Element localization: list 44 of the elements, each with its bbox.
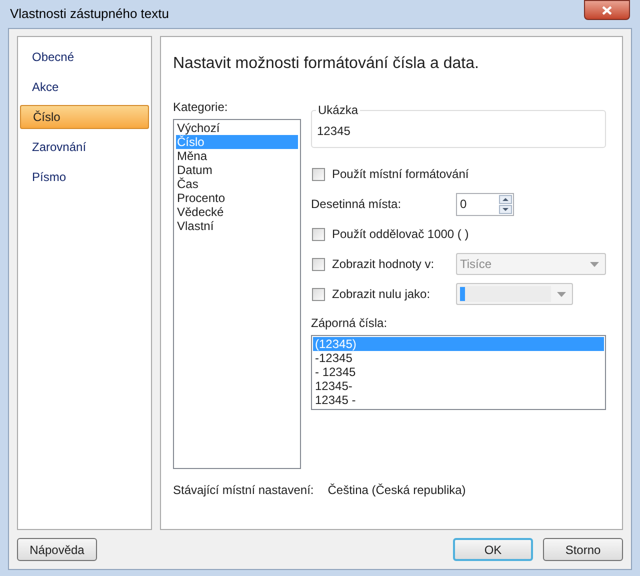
negative-number-item[interactable]: 12345 -	[313, 393, 604, 407]
navigation-item[interactable]: Číslo	[20, 105, 149, 129]
spin-field[interactable]: 0	[456, 192, 514, 216]
option-label: Použít místní formátování	[332, 166, 469, 183]
category-item[interactable]: Čas	[176, 177, 298, 191]
category-item[interactable]: Výchozí	[176, 121, 298, 135]
window-title: Vlastnosti zástupného textu	[10, 5, 169, 24]
navigation-item[interactable]: Akce	[20, 75, 149, 99]
negative-number-item[interactable]: - 12345	[313, 365, 604, 379]
spin-down-icon[interactable]	[499, 204, 512, 214]
option-label: Zobrazit hodnoty v:	[332, 256, 434, 273]
option-label: Zobrazit nulu jako:	[332, 286, 430, 303]
locale-value: Čeština (Česká republika)	[328, 482, 466, 499]
dialog-button[interactable]: OK	[453, 538, 533, 561]
dropdown-arrow-icon	[557, 292, 566, 296]
checkbox[interactable]	[312, 168, 325, 180]
option-label: Desetinná místa:	[311, 196, 402, 213]
category-list[interactable]: Výchozí Číslo Měna Datum Čas Procento Vědecké Vlastní	[173, 119, 301, 469]
dropdown-arrow-icon	[590, 262, 599, 266]
dialog-button[interactable]: Storno	[543, 538, 623, 561]
option-label: Použít oddělovač 1000 ( )	[332, 226, 469, 243]
locale-label: Stávající místní nastavení:	[173, 482, 314, 499]
page-heading: Nastavit možnosti formátování čísla a data.	[173, 54, 480, 74]
spin-up-icon[interactable]	[499, 194, 512, 204]
negative-number-item[interactable]: 12345-	[313, 379, 604, 393]
category-label: Kategorie:	[173, 99, 229, 116]
negative-numbers-list[interactable]: (12345) -12345 - 12345 12345- 12345 -	[311, 335, 606, 410]
sample-value: 12345	[317, 123, 350, 140]
checkbox[interactable]	[312, 228, 325, 240]
category-item[interactable]: Vlastní	[176, 219, 298, 233]
category-item[interactable]: Procento	[176, 191, 298, 205]
close-icon	[602, 6, 612, 14]
navigation-item[interactable]: Zarovnání	[20, 135, 149, 159]
category-item[interactable]: Datum	[176, 163, 298, 177]
negative-number-item[interactable]: -12345	[313, 351, 604, 365]
navigation-item[interactable]: Písmo	[20, 165, 149, 189]
text-selection-highlight	[460, 287, 465, 301]
navigation-item[interactable]: Obecné	[20, 45, 149, 69]
help-button[interactable]: Nápověda	[17, 538, 97, 561]
close-button[interactable]	[584, 0, 630, 20]
negative-numbers-label: Záporná čísla:	[311, 315, 388, 332]
category-item[interactable]: Vědecké	[176, 205, 298, 219]
category-item[interactable]: Měna	[176, 149, 298, 163]
sample-legend: Ukázka	[316, 103, 360, 117]
